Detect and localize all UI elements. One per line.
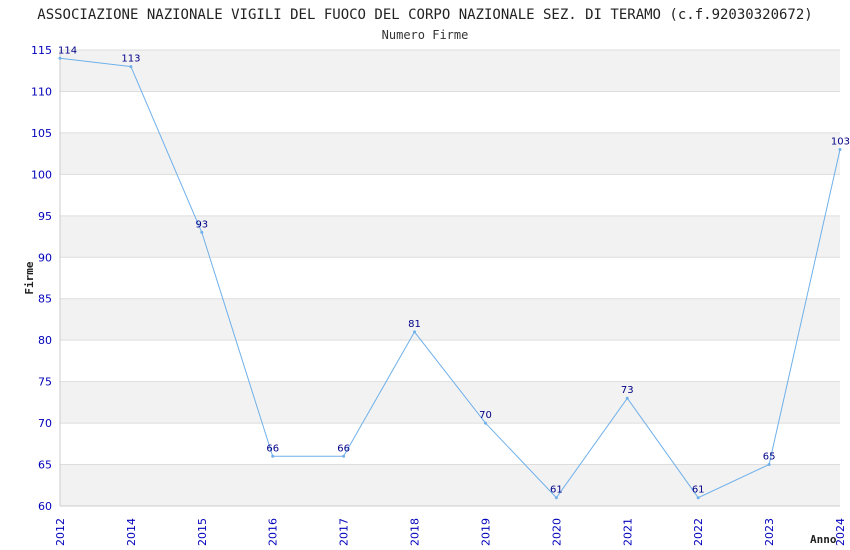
chart-title: ASSOCIAZIONE NAZIONALE VIGILI DEL FUOCO … [37,7,812,23]
x-tick-label: 2023 [763,518,776,546]
x-tick-label: 2022 [692,518,705,546]
grid-band [60,298,840,341]
x-tick-label: 2018 [409,518,422,546]
y-tick-label: 95 [38,210,52,223]
x-tick-label: 2021 [621,518,634,546]
y-tick-label: 60 [38,500,52,513]
grid-band [60,464,840,506]
data-label: 65 [763,452,776,463]
data-label: 66 [266,443,279,454]
data-label: 113 [121,54,140,65]
data-point [129,65,133,69]
x-tick-label: 2015 [196,518,209,546]
chart-subtitle: Numero Firme [382,28,469,42]
x-tick-labels: 2012 2014 2015 2016 2017 2018 2019 2020 2021 2022… [54,518,847,546]
data-label: 70 [479,410,492,421]
y-tick-label: 90 [38,251,52,264]
x-tick-label: 2012 [54,518,67,546]
data-label: 114 [58,45,77,56]
x-tick-label: 2019 [479,518,492,546]
x-tick-label: 2016 [267,518,280,546]
x-axis-label: Anno [810,533,837,546]
y-tick-label: 110 [31,85,52,98]
y-tick-label: 100 [31,168,52,181]
data-label: 66 [337,443,350,454]
data-point [767,463,771,467]
data-label: 73 [621,385,634,396]
data-label: 61 [692,485,705,496]
y-tick-label: 105 [31,127,52,140]
data-point [554,496,558,500]
y-tick-label: 70 [38,417,52,430]
y-axis-label: Firme [23,261,36,294]
x-tick-label: 2017 [338,518,351,546]
data-point [838,147,842,151]
y-tick-label: 75 [38,376,52,389]
data-point [342,454,346,458]
series-line [59,57,841,499]
grid-band [60,50,840,92]
data-label: 81 [408,319,421,330]
line-chart: ASSOCIAZIONE NAZIONALE VIGILI DEL FUOCO … [23,7,850,546]
grid-band [60,132,840,175]
data-point [483,421,487,425]
data-point [413,330,417,334]
grid-lines [60,49,840,507]
x-tick-label: 2014 [125,518,138,546]
grid-band [60,381,840,424]
grid-band [60,215,840,258]
data-label: 61 [550,485,563,496]
data-point [271,454,275,458]
data-point [58,56,62,60]
plot-bands [60,50,840,506]
data-points [58,56,842,500]
y-tick-label: 115 [31,44,52,57]
y-tick-label: 80 [38,334,52,347]
y-tick-label: 65 [38,459,52,472]
x-tick-label: 2020 [550,518,563,546]
y-tick-label: 85 [38,293,52,306]
data-label: 93 [195,219,208,230]
data-point [696,496,700,500]
data-label: 103 [831,136,850,147]
data-point [200,230,204,234]
data-point [625,396,629,400]
data-labels: 114 113 93 66 66 81 70 61 73 61 65 103 [58,45,850,495]
